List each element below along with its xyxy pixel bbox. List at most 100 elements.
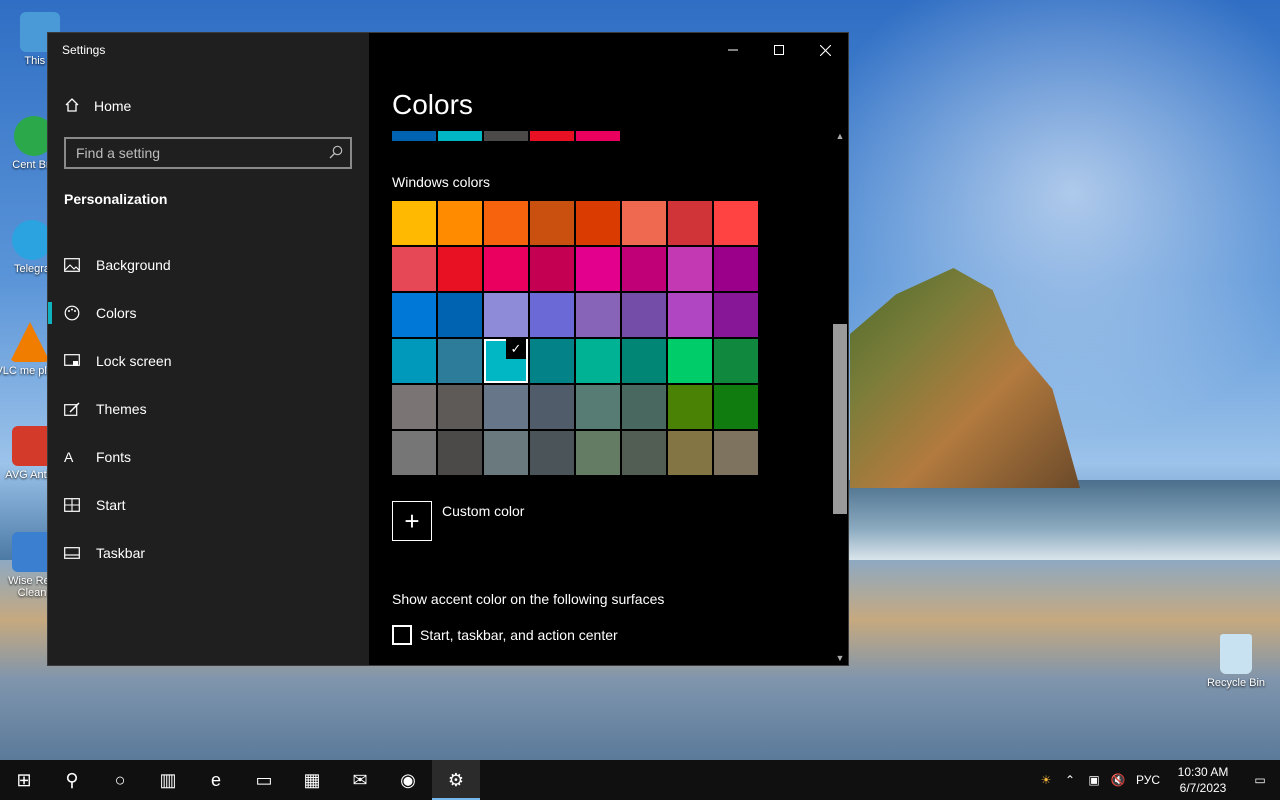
color-swatch[interactable]	[576, 201, 620, 245]
maximize-button[interactable]	[756, 33, 802, 67]
color-swatch-selected[interactable]	[484, 339, 528, 383]
color-swatch[interactable]	[392, 431, 436, 475]
color-swatch[interactable]	[530, 385, 574, 429]
start-taskbar-action-center-option[interactable]: Start, taskbar, and action center	[392, 625, 618, 645]
color-swatch[interactable]	[668, 293, 712, 337]
cent-browser-icon[interactable]: ◉	[384, 760, 432, 800]
color-swatch[interactable]	[484, 201, 528, 245]
color-swatch[interactable]	[622, 293, 666, 337]
sidebar-home[interactable]: Home	[64, 95, 131, 117]
color-swatch[interactable]	[668, 201, 712, 245]
search-icon[interactable]	[328, 144, 344, 160]
color-swatch[interactable]	[484, 247, 528, 291]
color-swatch[interactable]	[392, 247, 436, 291]
color-swatch[interactable]	[622, 247, 666, 291]
sidebar-item-taskbar[interactable]: Taskbar	[48, 529, 369, 577]
scrollbar-thumb[interactable]	[833, 324, 847, 514]
color-swatch[interactable]	[714, 293, 758, 337]
color-swatch[interactable]	[622, 431, 666, 475]
windows-start-icon[interactable]: ⊞	[0, 760, 48, 800]
page-scrollbar[interactable]: ▲ ▼	[832, 129, 848, 665]
color-swatch[interactable]	[484, 293, 528, 337]
search-icon[interactable]: ⚲	[48, 760, 96, 800]
color-swatch[interactable]	[622, 201, 666, 245]
color-swatch[interactable]	[530, 201, 574, 245]
mail-icon[interactable]: ✉	[336, 760, 384, 800]
checkbox-label: Start, taskbar, and action center	[420, 627, 618, 643]
sidebar-item-background[interactable]: Background	[48, 241, 369, 289]
color-swatch[interactable]	[438, 247, 482, 291]
color-swatch[interactable]	[714, 385, 758, 429]
edge-icon[interactable]: e	[192, 760, 240, 800]
color-swatch[interactable]	[438, 339, 482, 383]
store-icon[interactable]: ▦	[288, 760, 336, 800]
language-indicator[interactable]: РУС	[1130, 773, 1166, 787]
cortana-icon[interactable]: ○	[96, 760, 144, 800]
desktop-icon-label: Recycle Bin	[1206, 677, 1266, 689]
color-swatch[interactable]	[484, 431, 528, 475]
window-titlebar[interactable]: Settings	[48, 33, 848, 67]
network-icon[interactable]: ▣	[1082, 773, 1106, 787]
recent-color-swatch[interactable]	[438, 131, 482, 141]
color-swatch[interactable]	[622, 339, 666, 383]
file-explorer-icon[interactable]: ▭	[240, 760, 288, 800]
color-swatch[interactable]	[484, 385, 528, 429]
recent-color-swatch[interactable]	[484, 131, 528, 141]
color-swatch[interactable]	[392, 339, 436, 383]
color-swatch[interactable]	[668, 339, 712, 383]
clock[interactable]: 10:30 AM 6/7/2023	[1166, 764, 1240, 796]
color-swatch[interactable]	[392, 201, 436, 245]
sidebar-item-themes[interactable]: Themes	[48, 385, 369, 433]
color-swatch[interactable]	[576, 339, 620, 383]
weather-icon[interactable]: ☀	[1034, 773, 1058, 787]
sidebar-item-label: Background	[96, 257, 171, 273]
color-swatch[interactable]	[576, 385, 620, 429]
color-swatch[interactable]	[714, 339, 758, 383]
chevron-up-icon[interactable]: ⌃	[1058, 773, 1082, 787]
scroll-up-arrow-icon[interactable]: ▲	[832, 129, 848, 143]
color-swatch[interactable]	[392, 293, 436, 337]
settings-icon[interactable]: ⚙	[432, 760, 480, 800]
custom-color-button[interactable]: + Custom color	[392, 501, 524, 541]
color-swatch[interactable]	[622, 385, 666, 429]
action-center-icon[interactable]: ▭	[1240, 773, 1280, 787]
color-swatch[interactable]	[576, 293, 620, 337]
start-taskbar-checkbox[interactable]	[392, 625, 412, 645]
recent-color-swatch[interactable]	[576, 131, 620, 141]
sidebar-item-start[interactable]: Start	[48, 481, 369, 529]
color-swatch[interactable]	[576, 247, 620, 291]
color-swatch[interactable]	[668, 385, 712, 429]
recent-color-swatch[interactable]	[392, 131, 436, 141]
color-swatch[interactable]	[668, 247, 712, 291]
color-swatch[interactable]	[530, 339, 574, 383]
color-swatch[interactable]	[530, 247, 574, 291]
color-swatch[interactable]	[714, 201, 758, 245]
minimize-button[interactable]	[710, 33, 756, 67]
color-swatch[interactable]	[438, 385, 482, 429]
sidebar-item-fonts[interactable]: A Fonts	[48, 433, 369, 481]
close-button[interactable]	[802, 33, 848, 67]
system-tray: ☀ ⌃ ▣ 🔇 РУС 10:30 AM 6/7/2023 ▭	[1034, 760, 1280, 800]
color-swatch[interactable]	[530, 431, 574, 475]
color-swatch[interactable]	[530, 293, 574, 337]
color-swatch[interactable]	[714, 247, 758, 291]
volume-muted-icon[interactable]: 🔇	[1106, 773, 1130, 787]
color-swatch[interactable]	[438, 201, 482, 245]
sidebar-item-lock-screen[interactable]: Lock screen	[48, 337, 369, 385]
colors-page: Colors Windows colors + Custom color Sho…	[370, 67, 848, 665]
maximize-icon	[774, 45, 784, 55]
color-swatch[interactable]	[714, 431, 758, 475]
color-swatch[interactable]	[576, 431, 620, 475]
sidebar-item-colors[interactable]: Colors	[48, 289, 369, 337]
recent-color-swatch[interactable]	[530, 131, 574, 141]
search-input[interactable]	[66, 139, 316, 167]
scroll-down-arrow-icon[interactable]: ▼	[832, 651, 848, 665]
clock-time: 10:30 AM	[1177, 765, 1229, 779]
color-swatch[interactable]	[438, 431, 482, 475]
color-swatch[interactable]	[668, 431, 712, 475]
color-swatch[interactable]	[438, 293, 482, 337]
desktop-icon-recycle-bin[interactable]: Recycle Bin	[1200, 634, 1272, 689]
color-swatch[interactable]	[392, 385, 436, 429]
task-view-icon[interactable]: ▥	[144, 760, 192, 800]
fonts-icon: A	[64, 449, 74, 465]
